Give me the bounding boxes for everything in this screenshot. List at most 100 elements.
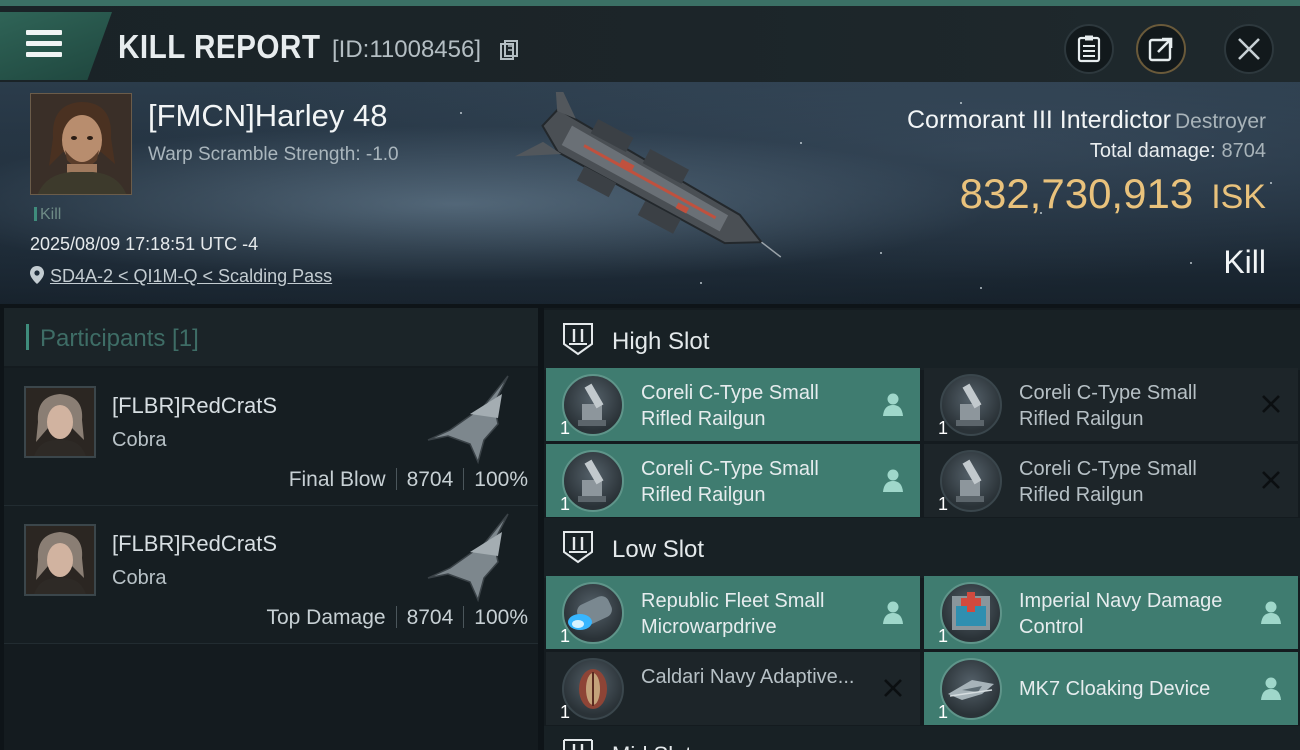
high-slot-header: High Slot — [544, 310, 1300, 370]
high-slot-label: High Slot — [612, 328, 710, 355]
module-item[interactable]: 1 Coreli C-Type Small Rifled Railgun — [546, 368, 920, 441]
close-icon — [1238, 38, 1260, 60]
module-qty: 1 — [560, 494, 571, 514]
hamburger-menu-icon — [26, 30, 62, 58]
module-item[interactable]: 1 Republic Fleet Small Microwarpdrive — [546, 576, 920, 649]
ship-render — [514, 92, 782, 258]
kill-tag-label: Kill — [40, 206, 62, 223]
participant-ship-icon — [427, 513, 509, 602]
destroyed-x-icon — [1262, 471, 1280, 489]
module-qty: 1 — [938, 418, 949, 438]
damage-control-icon — [940, 582, 1002, 644]
share-icon — [1148, 37, 1173, 62]
pilot-icon — [883, 393, 903, 416]
participant-damage: 8704 — [406, 606, 454, 629]
module-qty: 1 — [560, 626, 571, 646]
copy-icon[interactable] — [500, 40, 518, 60]
victim-portrait[interactable] — [30, 93, 132, 195]
module-item[interactable]: 1 Coreli C-Type Small Rifled Railgun — [924, 444, 1298, 517]
isk-amount: 832,730,913 — [959, 170, 1194, 217]
kill-location[interactable]: SD4A-2 < QI1M-Q < Scalding Pass — [30, 266, 332, 287]
low-slot-header: Low Slot — [544, 518, 1300, 578]
participant-avatar — [24, 386, 96, 458]
clipboard-icon — [1077, 35, 1101, 63]
participant-percent: 100% — [474, 606, 528, 629]
module-name: Imperial Navy Damage Control — [1019, 590, 1223, 638]
pilot-icon — [1261, 677, 1281, 700]
victim-name[interactable]: [FMCN]Harley 48 — [148, 98, 387, 134]
low-slot-label: Low Slot — [612, 536, 705, 563]
close-button[interactable] — [1224, 24, 1274, 74]
page-title: KILL REPORT — [118, 28, 321, 65]
participants-header[interactable]: Participants [1] — [4, 308, 538, 366]
victim-avatar-icon — [31, 94, 131, 194]
participant-role: Top Damage — [266, 606, 386, 629]
ship-name[interactable]: Cormorant III Interdictor Destroyer — [907, 106, 1266, 135]
high-slot-icon — [563, 323, 593, 356]
kill-datetime: 2025/08/09 17:18:51 UTC -4 — [30, 234, 259, 254]
module-item[interactable]: 1 Caldari Navy Adaptive... — [546, 652, 920, 725]
participant-portrait-icon — [26, 526, 94, 594]
isk-value: 832,730,913 ISK — [960, 170, 1266, 218]
module-qty: 1 — [560, 702, 571, 722]
participants-panel: Participants [1] [FLBR]RedCratS Cobra Fi… — [4, 308, 538, 750]
module-item[interactable]: 1 Imperial Navy Damage Control — [924, 576, 1298, 649]
location-pin-icon — [30, 266, 44, 284]
kill-summary: [FMCN]Harley 48 Warp Scramble Strength: … — [0, 82, 1300, 304]
module-name: Republic Fleet Small Microwarpdrive — [641, 590, 825, 638]
report-id: [ID:11008456] — [332, 36, 482, 63]
participant-ship: Cobra — [112, 429, 167, 451]
pilot-icon — [883, 469, 903, 492]
destroyed-x-icon — [1262, 395, 1280, 413]
participant-stats: Final Blow 8704 100% — [289, 468, 528, 492]
cloaking-device-icon — [940, 658, 1002, 720]
participant-avatar — [24, 524, 96, 596]
participant-row[interactable]: [FLBR]RedCratS Cobra Final Blow 8704 100% — [4, 368, 538, 506]
participant-percent: 100% — [474, 468, 528, 491]
kill-tag: Kill — [34, 206, 61, 224]
mid-slot-header: Mid Slot — [544, 726, 1300, 750]
isk-unit: ISK — [1211, 178, 1266, 216]
adaptive-plating-icon — [562, 658, 624, 720]
module-item[interactable]: 1 MK7 Cloaking Device — [924, 652, 1298, 725]
pilot-icon — [1261, 601, 1281, 624]
module-name: Coreli C-Type Small Rifled Railgun — [1019, 382, 1197, 430]
total-damage-label: Total damage: — [1089, 140, 1216, 162]
participant-ship-icon — [427, 375, 509, 464]
warp-scramble-strength: Warp Scramble Strength: -1.0 — [148, 144, 399, 165]
kill-result: Kill — [1223, 244, 1266, 280]
participant-row[interactable]: [FLBR]RedCratS Cobra Top Damage 8704 100% — [4, 506, 538, 644]
header-accent — [26, 324, 29, 350]
ship-type: Cormorant III Interdictor — [906, 106, 1171, 134]
participants-title: Participants [1] — [40, 325, 199, 352]
mid-slot-icon — [563, 739, 593, 750]
module-qty: 1 — [938, 494, 949, 514]
module-item[interactable]: 1 Coreli C-Type Small Rifled Railgun — [924, 368, 1298, 441]
menu-button[interactable] — [0, 12, 112, 80]
mid-slot-label: Mid Slot — [612, 742, 691, 750]
share-button[interactable] — [1136, 24, 1186, 74]
total-damage-value: 8704 — [1221, 140, 1267, 162]
low-slot-icon — [563, 531, 593, 564]
total-damage: Total damage: 8704 — [1090, 140, 1266, 163]
ship-class: Destroyer — [1174, 110, 1266, 133]
railgun-icon — [940, 374, 1002, 436]
participant-damage: 8704 — [406, 468, 454, 491]
participant-portrait-icon — [26, 388, 94, 456]
module-qty: 1 — [938, 702, 949, 722]
module-qty: 1 — [938, 626, 949, 646]
location-link[interactable]: SD4A-2 < QI1M-Q < Scalding Pass — [50, 266, 332, 286]
participant-role: Final Blow — [288, 468, 386, 491]
participant-stats: Top Damage 8704 100% — [266, 606, 528, 630]
microwarpdrive-icon — [562, 582, 624, 644]
module-item[interactable]: 1 Coreli C-Type Small Rifled Railgun — [546, 444, 920, 517]
module-qty: 1 — [560, 418, 571, 438]
participant-name[interactable]: [FLBR]RedCratS — [112, 531, 277, 557]
railgun-icon — [940, 450, 1002, 512]
participant-name[interactable]: [FLBR]RedCratS — [112, 393, 277, 419]
clipboard-button[interactable] — [1064, 24, 1114, 74]
module-name: Caldari Navy Adaptive... — [641, 666, 855, 688]
railgun-icon — [562, 450, 624, 512]
destroyed-x-icon — [884, 679, 902, 697]
pilot-icon — [883, 601, 903, 624]
